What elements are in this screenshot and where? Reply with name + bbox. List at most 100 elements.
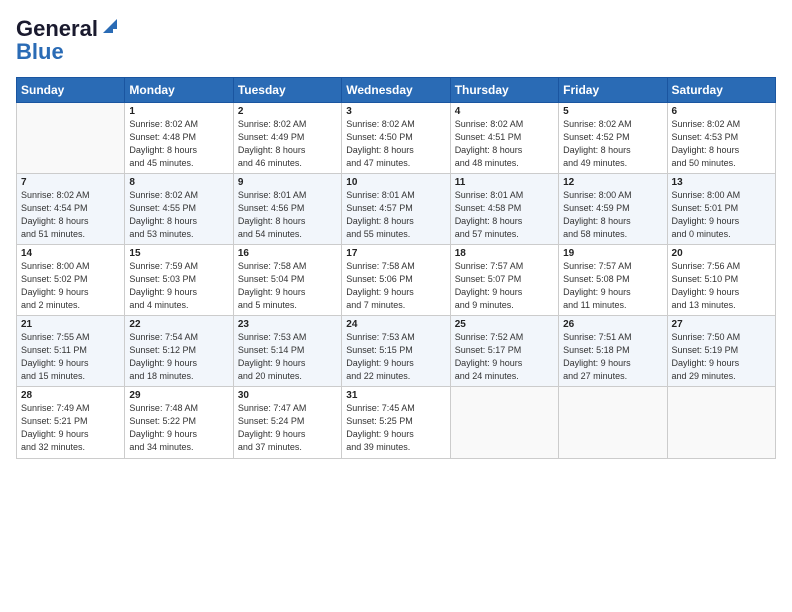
day-info: Sunrise: 7:57 AM Sunset: 5:08 PM Dayligh… (563, 260, 662, 312)
calendar-week-row: 28Sunrise: 7:49 AM Sunset: 5:21 PM Dayli… (17, 387, 776, 458)
day-number: 31 (346, 390, 445, 401)
calendar-cell: 15Sunrise: 7:59 AM Sunset: 5:03 PM Dayli… (125, 244, 233, 315)
day-info: Sunrise: 8:01 AM Sunset: 4:56 PM Dayligh… (238, 189, 337, 241)
day-info: Sunrise: 7:52 AM Sunset: 5:17 PM Dayligh… (455, 331, 554, 383)
calendar-cell: 31Sunrise: 7:45 AM Sunset: 5:25 PM Dayli… (342, 387, 450, 458)
logo-text-block: General Blue (16, 16, 121, 65)
day-number: 16 (238, 248, 337, 259)
day-of-week-header: Saturday (667, 77, 775, 102)
calendar-cell: 5Sunrise: 8:02 AM Sunset: 4:52 PM Daylig… (559, 102, 667, 173)
day-number: 24 (346, 319, 445, 330)
calendar-cell: 7Sunrise: 8:02 AM Sunset: 4:54 PM Daylig… (17, 173, 125, 244)
day-of-week-header: Friday (559, 77, 667, 102)
day-info: Sunrise: 7:51 AM Sunset: 5:18 PM Dayligh… (563, 331, 662, 383)
day-number: 26 (563, 319, 662, 330)
day-number: 1 (129, 106, 228, 117)
calendar-cell: 10Sunrise: 8:01 AM Sunset: 4:57 PM Dayli… (342, 173, 450, 244)
day-number: 3 (346, 106, 445, 117)
day-info: Sunrise: 8:02 AM Sunset: 4:48 PM Dayligh… (129, 118, 228, 170)
day-info: Sunrise: 7:48 AM Sunset: 5:22 PM Dayligh… (129, 402, 228, 454)
calendar-cell: 27Sunrise: 7:50 AM Sunset: 5:19 PM Dayli… (667, 316, 775, 387)
calendar-cell: 18Sunrise: 7:57 AM Sunset: 5:07 PM Dayli… (450, 244, 558, 315)
day-number: 30 (238, 390, 337, 401)
calendar-week-row: 1Sunrise: 8:02 AM Sunset: 4:48 PM Daylig… (17, 102, 776, 173)
day-info: Sunrise: 8:00 AM Sunset: 4:59 PM Dayligh… (563, 189, 662, 241)
calendar-cell: 28Sunrise: 7:49 AM Sunset: 5:21 PM Dayli… (17, 387, 125, 458)
day-number: 25 (455, 319, 554, 330)
calendar-cell: 19Sunrise: 7:57 AM Sunset: 5:08 PM Dayli… (559, 244, 667, 315)
day-info: Sunrise: 7:56 AM Sunset: 5:10 PM Dayligh… (672, 260, 771, 312)
day-number: 21 (21, 319, 120, 330)
day-number: 20 (672, 248, 771, 259)
calendar-cell: 24Sunrise: 7:53 AM Sunset: 5:15 PM Dayli… (342, 316, 450, 387)
day-number: 12 (563, 177, 662, 188)
day-number: 15 (129, 248, 228, 259)
calendar-cell: 9Sunrise: 8:01 AM Sunset: 4:56 PM Daylig… (233, 173, 341, 244)
day-info: Sunrise: 8:02 AM Sunset: 4:50 PM Dayligh… (346, 118, 445, 170)
day-of-week-header: Sunday (17, 77, 125, 102)
logo: General Blue (16, 16, 121, 65)
calendar-header-row: SundayMondayTuesdayWednesdayThursdayFrid… (17, 77, 776, 102)
calendar-cell (450, 387, 558, 458)
day-number: 2 (238, 106, 337, 117)
day-number: 19 (563, 248, 662, 259)
calendar-cell: 13Sunrise: 8:00 AM Sunset: 5:01 PM Dayli… (667, 173, 775, 244)
calendar-cell: 26Sunrise: 7:51 AM Sunset: 5:18 PM Dayli… (559, 316, 667, 387)
calendar-table: SundayMondayTuesdayWednesdayThursdayFrid… (16, 77, 776, 459)
day-info: Sunrise: 7:50 AM Sunset: 5:19 PM Dayligh… (672, 331, 771, 383)
calendar-cell: 25Sunrise: 7:52 AM Sunset: 5:17 PM Dayli… (450, 316, 558, 387)
day-number: 9 (238, 177, 337, 188)
calendar-week-row: 7Sunrise: 8:02 AM Sunset: 4:54 PM Daylig… (17, 173, 776, 244)
day-info: Sunrise: 8:00 AM Sunset: 5:01 PM Dayligh… (672, 189, 771, 241)
calendar-cell: 12Sunrise: 8:00 AM Sunset: 4:59 PM Dayli… (559, 173, 667, 244)
calendar-cell: 17Sunrise: 7:58 AM Sunset: 5:06 PM Dayli… (342, 244, 450, 315)
calendar-cell: 2Sunrise: 8:02 AM Sunset: 4:49 PM Daylig… (233, 102, 341, 173)
day-number: 14 (21, 248, 120, 259)
day-info: Sunrise: 7:55 AM Sunset: 5:11 PM Dayligh… (21, 331, 120, 383)
calendar-cell: 14Sunrise: 8:00 AM Sunset: 5:02 PM Dayli… (17, 244, 125, 315)
day-info: Sunrise: 7:53 AM Sunset: 5:14 PM Dayligh… (238, 331, 337, 383)
day-info: Sunrise: 8:01 AM Sunset: 4:57 PM Dayligh… (346, 189, 445, 241)
day-of-week-header: Monday (125, 77, 233, 102)
day-info: Sunrise: 8:02 AM Sunset: 4:49 PM Dayligh… (238, 118, 337, 170)
logo-general: General (16, 16, 98, 41)
day-of-week-header: Thursday (450, 77, 558, 102)
day-number: 8 (129, 177, 228, 188)
day-info: Sunrise: 8:02 AM Sunset: 4:55 PM Dayligh… (129, 189, 228, 241)
day-info: Sunrise: 8:02 AM Sunset: 4:53 PM Dayligh… (672, 118, 771, 170)
day-number: 23 (238, 319, 337, 330)
calendar-cell: 1Sunrise: 8:02 AM Sunset: 4:48 PM Daylig… (125, 102, 233, 173)
day-info: Sunrise: 8:02 AM Sunset: 4:54 PM Dayligh… (21, 189, 120, 241)
day-number: 11 (455, 177, 554, 188)
day-info: Sunrise: 7:47 AM Sunset: 5:24 PM Dayligh… (238, 402, 337, 454)
day-number: 17 (346, 248, 445, 259)
day-number: 27 (672, 319, 771, 330)
day-of-week-header: Tuesday (233, 77, 341, 102)
calendar-cell (559, 387, 667, 458)
day-info: Sunrise: 8:00 AM Sunset: 5:02 PM Dayligh… (21, 260, 120, 312)
day-info: Sunrise: 7:59 AM Sunset: 5:03 PM Dayligh… (129, 260, 228, 312)
day-number: 13 (672, 177, 771, 188)
day-number: 7 (21, 177, 120, 188)
day-info: Sunrise: 7:58 AM Sunset: 5:06 PM Dayligh… (346, 260, 445, 312)
day-info: Sunrise: 8:02 AM Sunset: 4:52 PM Dayligh… (563, 118, 662, 170)
day-info: Sunrise: 7:57 AM Sunset: 5:07 PM Dayligh… (455, 260, 554, 312)
day-number: 4 (455, 106, 554, 117)
day-number: 10 (346, 177, 445, 188)
day-info: Sunrise: 8:02 AM Sunset: 4:51 PM Dayligh… (455, 118, 554, 170)
calendar-cell: 21Sunrise: 7:55 AM Sunset: 5:11 PM Dayli… (17, 316, 125, 387)
day-info: Sunrise: 7:49 AM Sunset: 5:21 PM Dayligh… (21, 402, 120, 454)
logo-blue: Blue (16, 39, 121, 64)
day-info: Sunrise: 7:58 AM Sunset: 5:04 PM Dayligh… (238, 260, 337, 312)
day-info: Sunrise: 7:45 AM Sunset: 5:25 PM Dayligh… (346, 402, 445, 454)
day-info: Sunrise: 7:54 AM Sunset: 5:12 PM Dayligh… (129, 331, 228, 383)
calendar-cell (667, 387, 775, 458)
day-number: 22 (129, 319, 228, 330)
calendar-cell: 22Sunrise: 7:54 AM Sunset: 5:12 PM Dayli… (125, 316, 233, 387)
calendar-cell: 23Sunrise: 7:53 AM Sunset: 5:14 PM Dayli… (233, 316, 341, 387)
calendar-cell: 29Sunrise: 7:48 AM Sunset: 5:22 PM Dayli… (125, 387, 233, 458)
day-number: 29 (129, 390, 228, 401)
calendar-cell: 30Sunrise: 7:47 AM Sunset: 5:24 PM Dayli… (233, 387, 341, 458)
header: General Blue (16, 16, 776, 65)
day-number: 28 (21, 390, 120, 401)
